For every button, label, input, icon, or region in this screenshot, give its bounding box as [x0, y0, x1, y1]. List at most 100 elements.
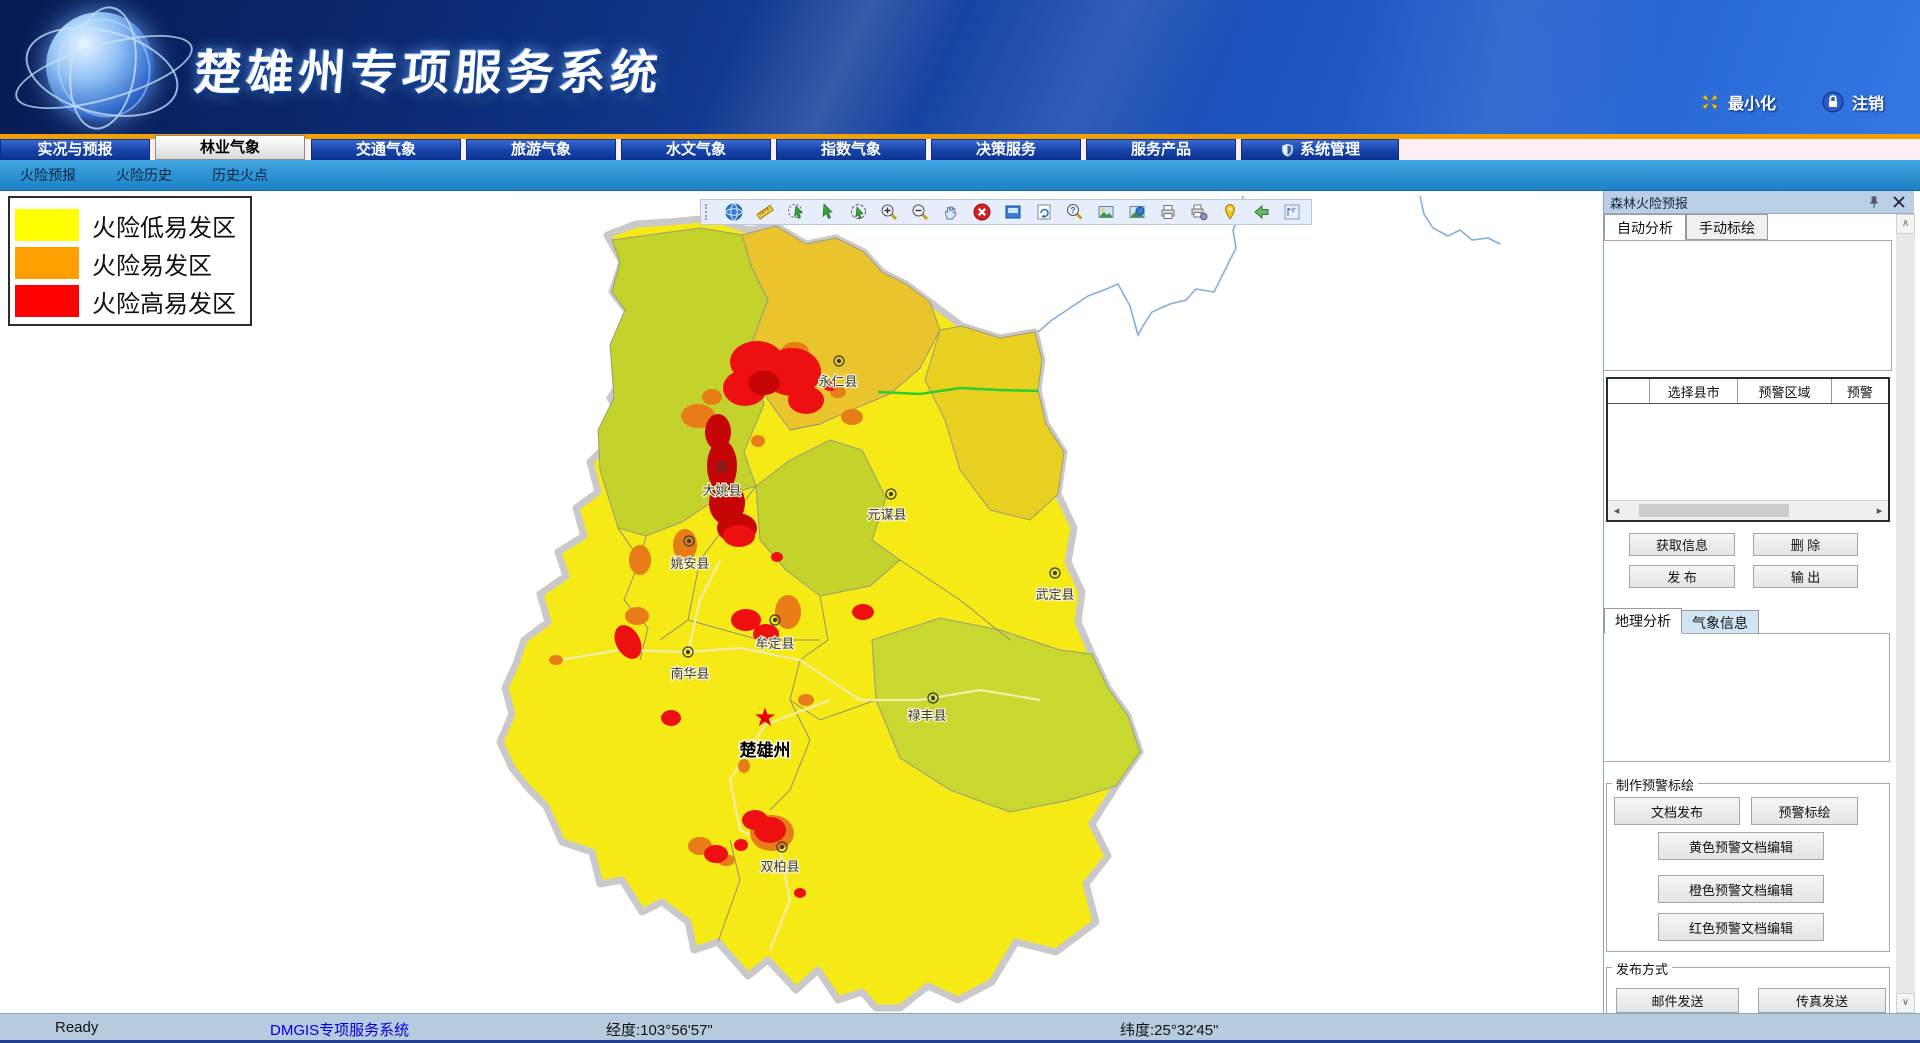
print-setup-icon[interactable]: [1190, 203, 1208, 221]
col-warning: 预警: [1832, 379, 1888, 403]
export-button[interactable]: 输 出: [1753, 565, 1858, 588]
tab-tourism-weather[interactable]: 旅游气象: [466, 139, 616, 160]
risk-high-blob: [723, 525, 755, 547]
globe-logo-icon: [18, 4, 188, 132]
warning-table[interactable]: 选择县市 预警区域 预警 ◂ ▸: [1606, 377, 1890, 522]
doc-publish-button[interactable]: 文档发布: [1614, 797, 1740, 825]
tab-index-weather[interactable]: 指数气象: [776, 139, 926, 160]
pin-panel-icon[interactable]: [1866, 193, 1882, 211]
tab-forestry-weather[interactable]: 林业气象: [155, 135, 305, 160]
tab-manual-plot[interactable]: 手动标绘: [1686, 214, 1768, 240]
fax-send-button[interactable]: 传真发送: [1758, 988, 1886, 1013]
legend-label-medium: 火险易发区: [92, 246, 212, 281]
status-latitude: 纬度:25°32'45": [1120, 1019, 1218, 1040]
scroll-left-icon[interactable]: ◂: [1608, 504, 1625, 517]
publish-button[interactable]: 发 布: [1629, 565, 1735, 588]
minimize-label: 最小化: [1728, 90, 1776, 114]
extent-window-icon[interactable]: [1004, 203, 1022, 221]
print-icon[interactable]: [1159, 203, 1177, 221]
legend-row-medium: 火险易发区: [15, 244, 250, 282]
tab-hydro-weather[interactable]: 水文气象: [621, 139, 771, 160]
county-label: 元谋县: [867, 507, 906, 522]
globe-tool-icon[interactable]: [725, 203, 743, 221]
flags-icon[interactable]: [1283, 203, 1301, 221]
yellow-warning-doc-button[interactable]: 黄色预警文档编辑: [1658, 832, 1824, 860]
orange-warning-doc-button[interactable]: 橙色预警文档编辑: [1658, 875, 1824, 903]
forest-fire-panel: 森林火险预报 自动分析 手动标绘 预警日期 2023年 6月16日 ∨ 预警时次…: [1603, 191, 1920, 1013]
stop-icon[interactable]: [973, 203, 991, 221]
main-tabbar: 实况与预报 林业气象 交通气象 旅游气象 水文气象 指数气象 决策服务 服务产品…: [0, 139, 1920, 160]
map-legend: 火险低易发区 火险易发区 火险高易发区: [8, 196, 252, 326]
map-area: ★ 永仁县 元谋县 大姚县 姚安县 武定县 南华县 牟定县 禄丰县 双柏县 楚雄…: [0, 191, 1603, 1013]
status-bar: Ready DMGIS专项服务系统 经度:103°56'57" 纬度:25°32…: [0, 1013, 1920, 1043]
col-select: [1608, 379, 1650, 403]
zoom-in-icon[interactable]: [880, 203, 898, 221]
warning-draw-button[interactable]: 预警标绘: [1751, 797, 1858, 825]
mail-send-button[interactable]: 邮件发送: [1616, 988, 1739, 1013]
scroll-up-icon[interactable]: ∧: [1896, 214, 1915, 234]
minimize-button[interactable]: 最小化: [1700, 90, 1776, 114]
table-header: 选择县市 预警区域 预警: [1608, 379, 1888, 404]
select-circle-icon[interactable]: [787, 203, 805, 221]
panel-tabs: 自动分析 手动标绘: [1604, 214, 1768, 241]
geo-analysis-group: [1604, 633, 1890, 762]
get-info-button[interactable]: 获取信息: [1629, 533, 1735, 556]
scroll-right-icon[interactable]: ▸: [1871, 504, 1888, 517]
subnav-historic-fire-points[interactable]: 历史火点: [212, 165, 268, 185]
select-lasso-icon[interactable]: [849, 203, 867, 221]
minimize-icon: [1700, 92, 1720, 112]
tab-decision-service[interactable]: 决策服务: [931, 139, 1081, 160]
status-longitude: 经度:103°56'57": [606, 1019, 713, 1040]
pan-hand-icon[interactable]: [942, 203, 960, 221]
county-label: 禄丰县: [907, 708, 946, 723]
shield-icon: [1280, 142, 1295, 158]
identify-icon[interactable]: ?: [1066, 203, 1084, 221]
panel-vscrollbar[interactable]: ∧ ∨: [1896, 214, 1915, 1013]
red-warning-doc-button[interactable]: 红色预警文档编辑: [1658, 913, 1824, 941]
tab-service-products[interactable]: 服务产品: [1086, 139, 1236, 160]
legend-swatch-low: [15, 209, 79, 241]
table-hscrollbar[interactable]: ◂ ▸: [1608, 500, 1888, 520]
swipe-image-icon[interactable]: [1128, 203, 1146, 221]
pin-marker-icon[interactable]: [1221, 203, 1239, 221]
back-arrow-icon[interactable]: [1252, 203, 1270, 221]
zoom-out-icon[interactable]: [911, 203, 929, 221]
scroll-down-icon[interactable]: ∨: [1896, 993, 1915, 1013]
app-header: 楚雄州专项服务系统 最小化 注销: [0, 0, 1920, 134]
delete-button[interactable]: 删 除: [1753, 533, 1858, 556]
legend-swatch-high: [15, 285, 79, 317]
refresh-icon[interactable]: [1035, 203, 1053, 221]
image-icon[interactable]: [1097, 203, 1115, 221]
tab-geo-analysis[interactable]: 地理分析: [1604, 608, 1682, 634]
sub-navbar: 火险预报 火险历史 历史火点: [0, 160, 1920, 191]
tab-weather-info[interactable]: 气象信息: [1681, 610, 1759, 634]
tab-traffic-weather[interactable]: 交通气象: [311, 139, 461, 160]
city-star-icon: ★: [753, 702, 776, 732]
auto-analysis-group: [1604, 240, 1892, 371]
county-label: 永仁县: [818, 374, 857, 389]
close-icon[interactable]: [1892, 195, 1906, 209]
county-label: 武定县: [1035, 587, 1074, 602]
logout-button[interactable]: 注销: [1822, 90, 1884, 114]
county-label: 南华县: [670, 666, 709, 681]
measure-icon[interactable]: [756, 203, 774, 221]
legend-swatch-medium: [15, 247, 79, 279]
county-label: 大姚县: [702, 483, 741, 498]
county-label: 姚安县: [670, 556, 709, 571]
river-northeast: [1420, 196, 1500, 244]
status-system-link[interactable]: DMGIS专项服务系统: [270, 1019, 409, 1040]
subnav-fire-forecast[interactable]: 火险预报: [20, 165, 76, 185]
app-title: 楚雄州专项服务系统: [193, 34, 666, 103]
lock-icon: [1822, 91, 1844, 113]
subnav-fire-history[interactable]: 火险历史: [116, 165, 172, 185]
col-warning-area: 预警区域: [1738, 379, 1832, 403]
tab-auto-analysis[interactable]: 自动分析: [1604, 214, 1686, 240]
county-label: 双柏县: [760, 859, 799, 874]
tab-system-admin[interactable]: 系统管理: [1241, 139, 1399, 160]
col-county: 选择县市: [1650, 379, 1738, 403]
county-label: 牟定县: [755, 636, 794, 651]
select-arrow-icon[interactable]: [818, 203, 836, 221]
hscroll-thumb[interactable]: [1639, 504, 1789, 517]
tab-realtime-forecast[interactable]: 实况与预报: [0, 139, 150, 160]
toolbar-grip[interactable]: [705, 204, 710, 220]
